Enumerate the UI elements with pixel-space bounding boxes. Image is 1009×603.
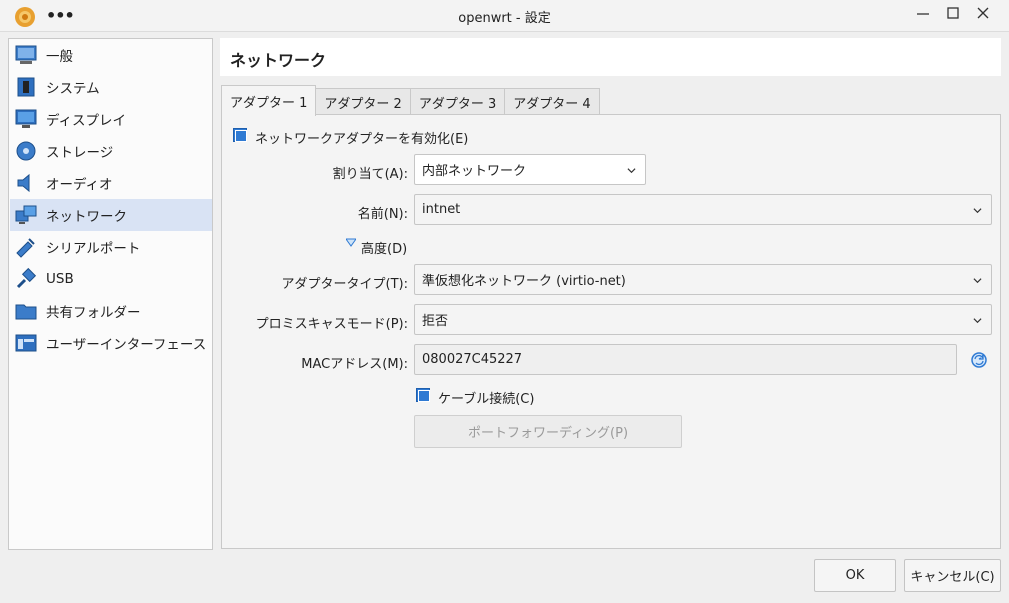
generate-mac-button[interactable] <box>970 351 988 369</box>
sidebar-item-label: ユーザーインターフェース <box>46 337 207 353</box>
network-name-value: intnet <box>422 202 461 217</box>
mac-address-input[interactable]: 080027C45227 <box>414 344 957 375</box>
cable-connected-label[interactable]: ケーブル接続(C) <box>438 388 534 407</box>
sidebar-item-usb[interactable]: USB <box>10 263 212 295</box>
maximize-button[interactable] <box>942 6 964 26</box>
sidebar-item-label: ストレージ <box>46 145 114 161</box>
sidebar-item-label: ネットワーク <box>46 209 127 225</box>
adapter-type-label: アダプタータイプ(T): <box>281 277 408 292</box>
attached-to-select[interactable]: 内部ネットワーク <box>414 154 646 185</box>
adapter-panel: ネットワークアダプターを有効化(E) 割り当て(A): 内部ネットワーク 名前(… <box>221 114 1001 549</box>
mac-address-value: 080027C45227 <box>422 352 523 367</box>
name-label: 名前(N): <box>357 207 408 222</box>
sidebar-item-storage[interactable]: ストレージ <box>10 135 212 167</box>
adapter-type-value: 準仮想化ネットワーク (virtio-net) <box>422 274 626 289</box>
ok-label: OK <box>845 568 865 583</box>
adapter-type-select[interactable]: 準仮想化ネットワーク (virtio-net) <box>414 264 992 295</box>
advanced-label[interactable]: 高度(D) <box>361 238 407 257</box>
tab-label: アダプター 3 <box>418 96 497 112</box>
sidebar-item-label: 共有フォルダー <box>46 305 141 321</box>
maximize-icon <box>947 7 959 19</box>
settings-sidebar: 一般 システム ディスプレイ ストレージ オーディオ ネットワーク シリアルポー… <box>8 38 213 550</box>
sidebar-item-label: ディスプレイ <box>46 113 127 129</box>
sidebar-item-label: オーディオ <box>46 177 113 193</box>
port-forwarding-button[interactable]: ポートフォワーディング(P) <box>414 415 682 448</box>
cancel-label: キャンセル(C) <box>910 570 995 585</box>
sidebar-item-network[interactable]: ネットワーク <box>10 199 212 231</box>
storage-icon <box>16 141 36 161</box>
tab-label: アダプター 4 <box>513 96 591 112</box>
shared-folder-icon <box>15 304 37 320</box>
promiscuous-mode-value: 拒否 <box>422 314 449 329</box>
port-forwarding-label: ポートフォワーディング(P) <box>467 426 629 441</box>
network-icon <box>15 205 37 224</box>
close-icon <box>977 7 989 19</box>
network-name-select[interactable]: intnet <box>414 194 992 225</box>
general-icon <box>15 45 37 64</box>
minimize-button[interactable] <box>912 6 934 26</box>
attached-to-label: 割り当て(A): <box>332 167 408 182</box>
promiscuous-mode-select[interactable]: 拒否 <box>414 304 992 335</box>
sidebar-item-label: 一般 <box>46 49 73 65</box>
cancel-button[interactable]: キャンセル(C) <box>904 559 1001 592</box>
adapter-tabs: アダプター 1 アダプター 2 アダプター 3 アダプター 4 <box>221 85 600 116</box>
display-icon <box>15 109 37 128</box>
enable-adapter-label[interactable]: ネットワークアダプターを有効化(E) <box>255 128 468 147</box>
tab-label: アダプター 1 <box>230 95 308 111</box>
advanced-toggle[interactable] <box>345 237 357 247</box>
title-bar: ••• openwrt - 設定 <box>0 0 1009 32</box>
page-header: ネットワーク <box>220 38 1001 76</box>
sidebar-item-serial-port[interactable]: シリアルポート <box>10 231 212 263</box>
cable-connected-checkbox[interactable] <box>416 388 430 402</box>
system-icon <box>17 77 35 97</box>
sidebar-item-general[interactable]: 一般 <box>10 39 212 71</box>
sidebar-item-audio[interactable]: オーディオ <box>10 167 212 199</box>
sidebar-item-system[interactable]: システム <box>10 71 212 103</box>
minimize-icon <box>917 13 929 15</box>
attached-to-value: 内部ネットワーク <box>422 164 527 179</box>
page-title: ネットワーク <box>230 51 327 70</box>
tab-label: アダプター 2 <box>324 96 402 112</box>
sidebar-item-user-interface[interactable]: ユーザーインターフェース <box>10 327 212 359</box>
tab-adapter-4[interactable]: アダプター 4 <box>504 88 600 115</box>
window-title: openwrt - 設定 <box>458 11 551 26</box>
audio-icon <box>17 173 30 193</box>
promiscuous-mode-label: プロミスキャスモード(P): <box>255 317 408 332</box>
triangle-down-icon <box>345 238 357 247</box>
close-button[interactable] <box>972 4 994 24</box>
user-interface-icon <box>15 334 37 352</box>
tab-adapter-2[interactable]: アダプター 2 <box>315 88 411 115</box>
chevron-down-icon <box>627 168 636 174</box>
sidebar-item-shared-folder[interactable]: 共有フォルダー <box>10 295 212 327</box>
enable-adapter-checkbox[interactable] <box>233 128 247 142</box>
mac-address-label: MACアドレス(M): <box>301 357 408 372</box>
usb-icon <box>16 267 37 289</box>
chevron-down-icon <box>973 318 982 324</box>
ok-button[interactable]: OK <box>814 559 896 592</box>
refresh-icon <box>971 352 987 368</box>
sidebar-item-label: シリアルポート <box>46 241 141 257</box>
tab-adapter-1[interactable]: アダプター 1 <box>221 85 317 116</box>
tab-adapter-3[interactable]: アダプター 3 <box>409 88 506 115</box>
chevron-down-icon <box>973 278 982 284</box>
chevron-down-icon <box>973 208 982 214</box>
serial-port-icon <box>16 238 35 258</box>
sidebar-item-display[interactable]: ディスプレイ <box>10 103 212 135</box>
sidebar-item-label: USB <box>46 271 74 287</box>
sidebar-item-label: システム <box>46 81 100 97</box>
